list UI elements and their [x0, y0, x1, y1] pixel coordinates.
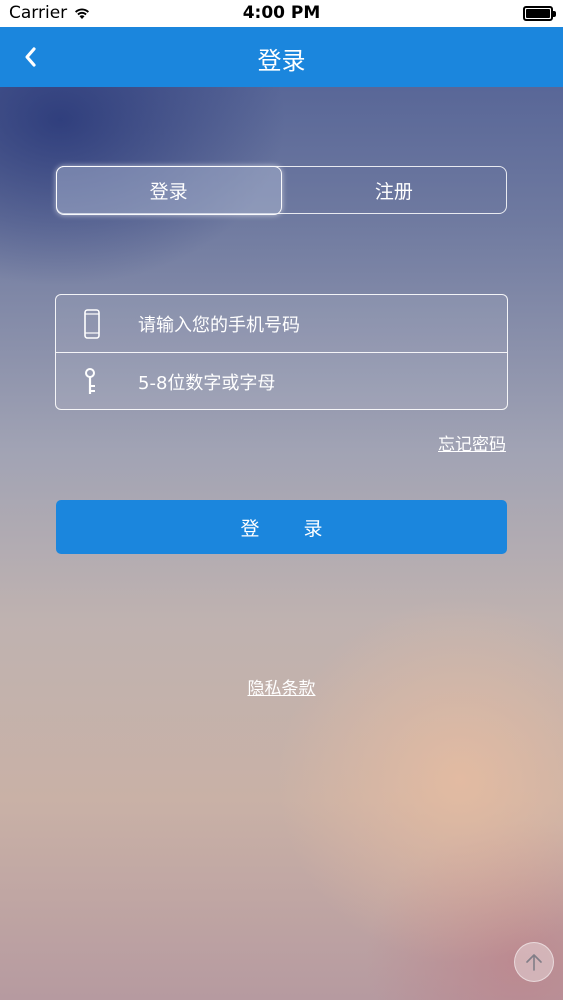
- phone-input[interactable]: 请输入您的手机号码: [138, 311, 300, 337]
- forgot-password-link[interactable]: 忘记密码: [438, 430, 506, 455]
- battery-icon: [523, 6, 556, 21]
- arrow-up-icon: [526, 954, 542, 971]
- privacy-policy-link[interactable]: 隐私条款: [248, 679, 316, 699]
- scroll-to-top-button[interactable]: [514, 942, 554, 982]
- key-icon: [85, 368, 95, 394]
- status-right: [523, 6, 556, 21]
- password-field[interactable]: 5-8位数字或字母: [56, 352, 507, 409]
- login-register-segmented-control: 登录 注册: [55, 165, 507, 215]
- phone-icon: [84, 309, 100, 339]
- privacy-policy-row: 隐私条款: [0, 674, 563, 699]
- password-input[interactable]: 5-8位数字或字母: [138, 369, 275, 395]
- phone-field[interactable]: 请输入您的手机号码: [56, 295, 507, 352]
- status-bar: Carrier 4:00 PM: [0, 0, 563, 27]
- page-title: 登录: [257, 47, 306, 75]
- tab-login[interactable]: 登录: [55, 165, 282, 215]
- navigation-bar: 登录: [0, 27, 563, 87]
- tab-register[interactable]: 注册: [282, 167, 506, 213]
- login-button[interactable]: 登录: [56, 500, 507, 554]
- status-time: 4:00 PM: [242, 3, 321, 23]
- login-form: 请输入您的手机号码 5-8位数字或字母: [55, 294, 508, 410]
